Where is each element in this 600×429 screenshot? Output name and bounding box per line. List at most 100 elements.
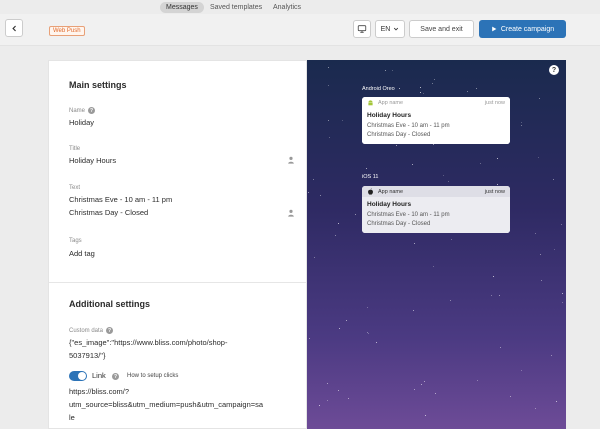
star [497, 184, 498, 185]
save-and-exit-button[interactable]: Save and exit [409, 20, 474, 38]
android-notification-line-1: Christmas Eve - 10 am - 11 pm [367, 123, 450, 129]
android-notification-line-2: Christmas Day - Closed [367, 132, 431, 138]
star [421, 384, 422, 385]
star [366, 168, 367, 169]
star [367, 307, 368, 308]
custom-data-line-2[interactable]: 5037913/"} [69, 350, 105, 361]
star [412, 164, 413, 165]
name-field[interactable]: Holiday [69, 117, 94, 128]
text-line-1[interactable]: Christmas Eve - 10 am - 11 pm [69, 194, 172, 205]
star [556, 401, 557, 402]
toolbar: Web Push EN Save and exit Create campaig… [0, 14, 600, 46]
setup-clicks-link[interactable]: How to setup clicks [127, 373, 178, 379]
star [540, 254, 541, 255]
help-icon[interactable]: ? [112, 373, 119, 380]
link-line-2[interactable]: utm_source=bliss&utm_medium=push&utm_cam… [69, 399, 263, 410]
top-nav: Messages Saved templates Analytics [0, 0, 600, 14]
android-app-name: App name [378, 99, 404, 106]
personalize-icon[interactable] [287, 156, 295, 164]
star [346, 320, 347, 321]
star [338, 223, 339, 224]
tab-messages[interactable]: Messages [160, 2, 204, 13]
star [335, 235, 336, 236]
star [328, 85, 329, 86]
create-campaign-button[interactable]: Create campaign [479, 20, 566, 38]
tab-saved-templates[interactable]: Saved templates [204, 2, 268, 13]
additional-settings-title: Additional settings [69, 299, 150, 309]
star [477, 380, 478, 381]
text-label: Text [69, 185, 81, 191]
star [539, 98, 540, 99]
star [499, 295, 500, 296]
star [450, 300, 451, 301]
preview-device-button[interactable] [353, 20, 371, 38]
custom-data-label: Custom data ? [69, 327, 114, 334]
text-line-2[interactable]: Christmas Day - Closed [69, 207, 148, 218]
personalize-icon[interactable] [287, 209, 295, 217]
star [433, 144, 434, 145]
ios-notification-line-2: Christmas Day - Closed [367, 221, 431, 227]
back-button[interactable] [5, 19, 23, 37]
star [423, 93, 424, 94]
tags-label: Tags [69, 238, 82, 244]
star [392, 70, 393, 71]
link-toggle[interactable] [69, 371, 87, 381]
star [510, 396, 511, 397]
ios-platform-label: iOS 11 [362, 174, 379, 180]
star [308, 192, 309, 193]
tab-analytics[interactable]: Analytics [267, 2, 307, 13]
link-line-1[interactable]: https://bliss.com/? [69, 386, 129, 397]
link-line-3[interactable]: le [69, 412, 75, 423]
star [348, 398, 349, 399]
star [554, 249, 555, 250]
custom-data-line-1[interactable]: {"es_image":"https://www.bliss.com/photo… [69, 337, 227, 348]
help-icon[interactable]: ? [106, 327, 114, 334]
chevron-left-icon [11, 25, 16, 31]
star [491, 295, 492, 296]
star [551, 355, 552, 356]
star [327, 383, 328, 384]
star [432, 83, 433, 84]
star [538, 157, 539, 158]
star [562, 293, 563, 294]
settings-panel: Main settings Name ? Holiday Title Holid… [48, 60, 307, 429]
title-field[interactable]: Holiday Hours [69, 155, 116, 166]
android-card-header: App name just now [362, 97, 510, 108]
star [414, 243, 415, 244]
apple-icon [368, 188, 373, 195]
star [435, 393, 436, 394]
android-notification-card: App name just now Holiday Hours Christma… [362, 97, 510, 144]
section-divider [49, 282, 306, 283]
star [497, 158, 498, 159]
add-tag-field[interactable]: Add tag [69, 248, 95, 259]
star [476, 88, 477, 89]
ios-notification-card: App name just now Holiday Hours Christma… [362, 186, 510, 233]
star [314, 257, 315, 258]
ios-card-body: Holiday Hours Christmas Eve - 10 am - 11… [362, 197, 510, 233]
star [420, 92, 421, 93]
ios-notification-line-1: Christmas Eve - 10 am - 11 pm [367, 212, 450, 218]
help-icon[interactable]: ? [549, 65, 559, 75]
star [425, 415, 426, 416]
star [320, 195, 321, 196]
star [541, 280, 542, 281]
star [561, 224, 562, 225]
star [329, 137, 330, 138]
android-icon [368, 100, 373, 106]
create-campaign-label: Create campaign [500, 25, 555, 33]
star [553, 179, 554, 180]
ios-card-header: App name just now [362, 186, 510, 197]
star [434, 79, 435, 80]
language-select[interactable]: EN [375, 20, 405, 38]
star [376, 342, 377, 343]
device-icon [357, 25, 367, 33]
help-icon[interactable]: ? [88, 107, 96, 114]
play-icon [492, 26, 497, 32]
star [467, 91, 468, 92]
star [414, 389, 415, 390]
star [493, 276, 494, 277]
android-time: just now [484, 99, 505, 106]
chevron-down-icon [394, 27, 399, 31]
star [328, 120, 329, 121]
star [313, 179, 314, 180]
